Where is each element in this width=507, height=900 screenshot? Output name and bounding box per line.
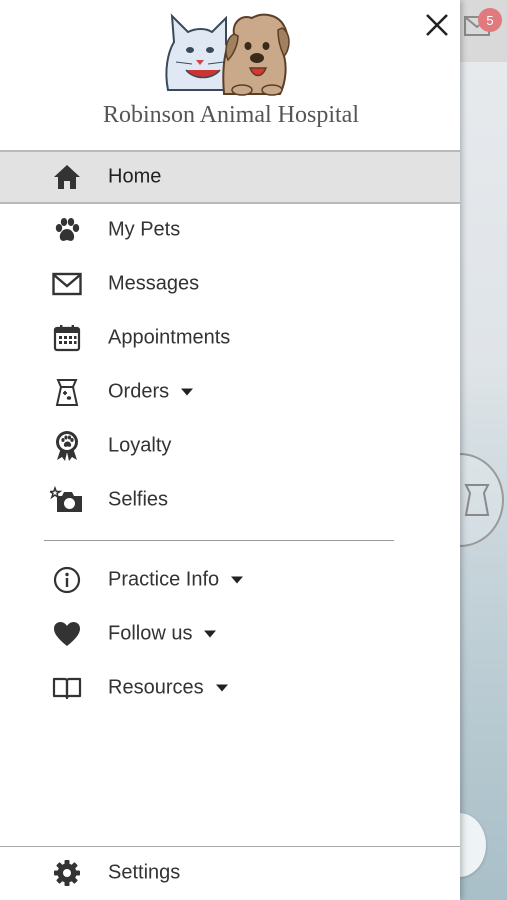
menu-label: Practice Info — [108, 569, 244, 592]
close-button[interactable] — [420, 8, 454, 42]
background-orders-button — [460, 453, 504, 547]
info-icon — [50, 563, 84, 597]
menu-label: Follow us — [108, 623, 217, 646]
menu-item-practice-info[interactable]: Practice Info — [0, 554, 460, 606]
book-icon — [50, 671, 84, 705]
navigation-drawer: Robinson Animal Hospital Home My Pets Me… — [0, 0, 460, 900]
menu-label: Selfies — [108, 488, 169, 511]
chevron-down-icon — [181, 388, 194, 396]
notification-badge: 5 — [478, 8, 502, 32]
menu-label: Settings — [108, 861, 181, 884]
gear-icon — [50, 856, 84, 890]
ribbon-badge-icon — [50, 429, 84, 463]
menu-item-follow-us[interactable]: Follow us — [0, 608, 460, 660]
menu-item-loyalty[interactable]: Loyalty — [0, 420, 460, 472]
chevron-down-icon — [215, 684, 228, 692]
menu-item-messages[interactable]: Messages — [0, 258, 460, 310]
menu-label: My Pets — [108, 218, 181, 241]
menu-label: Loyalty — [108, 434, 172, 457]
menu-item-selfies[interactable]: Selfies — [0, 474, 460, 526]
paw-icon — [50, 213, 84, 247]
menu-label: Messages — [108, 272, 200, 295]
menu-item-resources[interactable]: Resources — [0, 662, 460, 714]
chevron-down-icon — [231, 576, 244, 584]
background-screen: 5 — [460, 0, 507, 900]
menu-item-home[interactable]: Home — [0, 150, 460, 204]
calendar-icon — [50, 321, 84, 355]
menu-item-appointments[interactable]: Appointments — [0, 312, 460, 364]
home-icon — [50, 160, 84, 194]
background-fab — [460, 813, 486, 877]
menu-item-settings[interactable]: Settings — [0, 847, 460, 899]
pet-food-bag-icon — [50, 375, 84, 409]
menu-label: Home — [108, 165, 162, 188]
menu-divider — [44, 540, 394, 541]
hospital-name: Robinson Animal Hospital — [102, 102, 359, 128]
close-icon — [426, 14, 448, 36]
menu-item-orders[interactable]: Orders — [0, 366, 460, 418]
envelope-icon — [50, 267, 84, 301]
menu-label: Orders — [108, 381, 194, 404]
menu-item-my-pets[interactable]: My Pets — [0, 204, 460, 256]
menu-label: Resources — [108, 677, 228, 700]
menu-label: Appointments — [108, 326, 231, 349]
camera-icon — [50, 483, 84, 517]
chevron-down-icon — [204, 630, 217, 638]
hospital-logo — [165, 13, 290, 96]
heart-icon — [50, 617, 84, 651]
